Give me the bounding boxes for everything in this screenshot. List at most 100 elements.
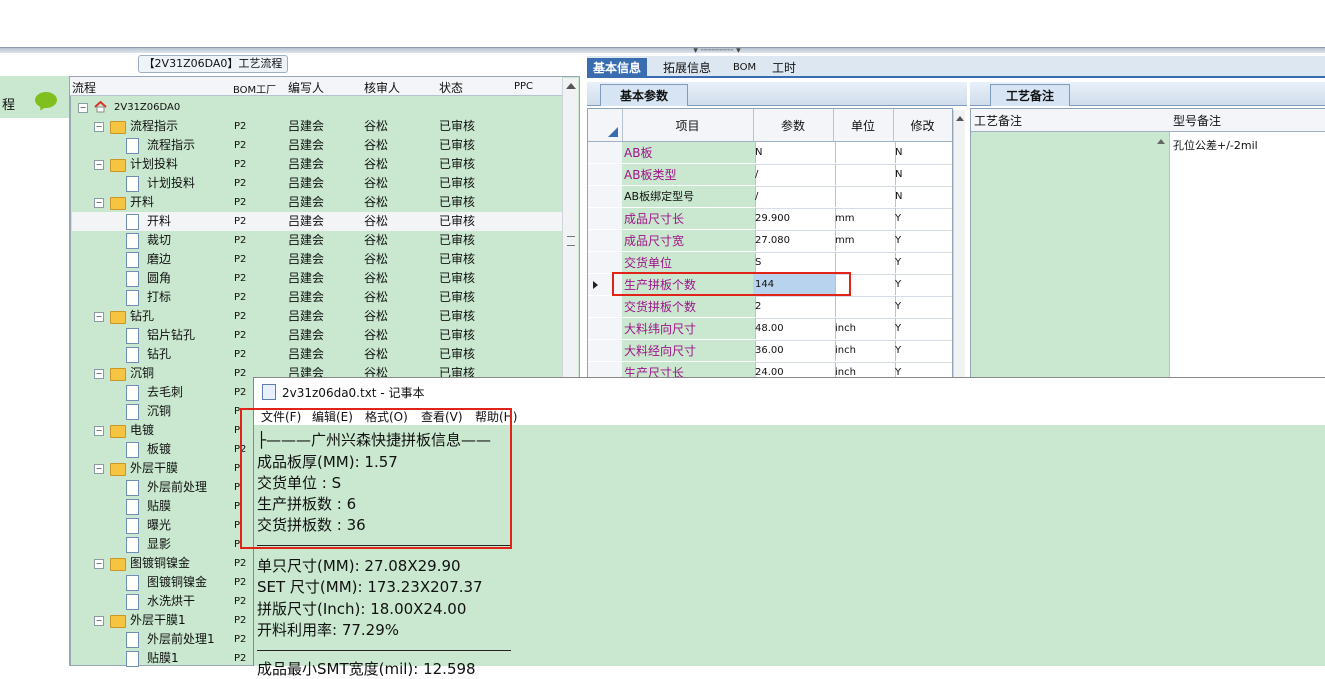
splitter-handle[interactable]: ▾ ┈┈┈┈┈┈ ▾ bbox=[688, 47, 746, 56]
param-value-cell[interactable]: 48.00 bbox=[753, 318, 836, 339]
collapse-icon[interactable]: − bbox=[94, 559, 104, 569]
col-header-reviewer[interactable]: 核审人 bbox=[364, 79, 400, 96]
param-row[interactable]: 交货拼板个数 2 Y bbox=[588, 296, 952, 319]
param-modify-cell[interactable]: N bbox=[893, 186, 953, 207]
param-unit-cell[interactable]: inch bbox=[833, 318, 896, 339]
param-value-cell[interactable]: / bbox=[753, 186, 836, 207]
param-row[interactable]: AB板类型 / N bbox=[588, 164, 952, 187]
row-header[interactable] bbox=[588, 164, 623, 185]
tree-row[interactable]: 流程指示 P2 吕建会 谷松 已审核 bbox=[72, 136, 562, 155]
param-modify-cell[interactable]: Y bbox=[893, 230, 953, 251]
param-value-cell[interactable]: / bbox=[753, 164, 836, 185]
tree-row[interactable]: 打标 P2 吕建会 谷松 已审核 bbox=[72, 288, 562, 307]
tab-basic-info[interactable]: 基本信息 bbox=[587, 58, 648, 78]
col-header-status[interactable]: 状态 bbox=[439, 79, 463, 96]
subtab-process-notes[interactable]: 工艺备注 bbox=[990, 84, 1070, 106]
row-header[interactable] bbox=[588, 230, 623, 251]
tree-row[interactable]: 钻孔 P2 吕建会 谷松 已审核 bbox=[72, 345, 562, 364]
tab-work-hours[interactable]: 工时 bbox=[766, 58, 802, 78]
notepad-titlebar[interactable]: 2v31z06da0.txt - 记事本 bbox=[254, 378, 1325, 405]
param-unit-cell[interactable] bbox=[833, 252, 896, 273]
collapse-icon[interactable]: − bbox=[94, 198, 104, 208]
process-notes-area[interactable] bbox=[971, 132, 1170, 378]
param-value-cell[interactable]: S bbox=[753, 252, 836, 273]
param-row[interactable]: AB板 N N bbox=[588, 142, 952, 165]
tree-row[interactable]: 裁切 P2 吕建会 谷松 已审核 bbox=[72, 231, 562, 250]
scroll-grip-icon[interactable] bbox=[567, 236, 575, 246]
collapse-icon[interactable]: − bbox=[94, 426, 104, 436]
param-unit-cell[interactable] bbox=[833, 186, 896, 207]
param-row[interactable]: 成品尺寸长 29.900 mm Y bbox=[588, 208, 952, 231]
collapse-icon[interactable]: − bbox=[94, 122, 104, 132]
param-row[interactable]: AB板绑定型号 / N bbox=[588, 186, 952, 209]
col-header-modify[interactable]: 修改 bbox=[893, 109, 952, 141]
tree-row[interactable]: 铝片钻孔 P2 吕建会 谷松 已审核 bbox=[72, 326, 562, 345]
col-header-unit[interactable]: 单位 bbox=[833, 109, 894, 141]
tree-row[interactable]: 计划投料 P2 吕建会 谷松 已审核 bbox=[72, 174, 562, 193]
tree-row[interactable]: − 流程指示 P2 吕建会 谷松 已审核 bbox=[72, 117, 562, 136]
col-header-item[interactable]: 项目 bbox=[622, 109, 754, 141]
param-modify-cell[interactable]: Y bbox=[893, 296, 953, 317]
subtab-basic-params[interactable]: 基本参数 bbox=[600, 84, 688, 106]
param-modify-cell[interactable]: N bbox=[893, 164, 953, 185]
collapse-icon[interactable]: − bbox=[94, 464, 104, 474]
param-value-cell[interactable]: N bbox=[753, 142, 836, 163]
collapse-icon[interactable]: − bbox=[94, 616, 104, 626]
col-header-param[interactable]: 参数 bbox=[753, 109, 834, 141]
tree-row[interactable]: 圆角 P2 吕建会 谷松 已审核 bbox=[72, 269, 562, 288]
tree-row[interactable]: 开料 P2 吕建会 谷松 已审核 bbox=[72, 212, 562, 231]
scroll-up-icon[interactable] bbox=[956, 116, 964, 121]
tree-scrollbar[interactable] bbox=[562, 78, 578, 378]
param-unit-cell[interactable]: inch bbox=[833, 340, 896, 361]
row-header[interactable] bbox=[588, 318, 623, 339]
scroll-up-icon[interactable] bbox=[1157, 139, 1165, 144]
param-value-cell[interactable]: 29.900 bbox=[753, 208, 836, 229]
param-modify-cell[interactable]: Y bbox=[893, 340, 953, 361]
param-unit-cell[interactable] bbox=[833, 296, 896, 317]
tree-row[interactable]: − 钻孔 P2 吕建会 谷松 已审核 bbox=[72, 307, 562, 326]
row-header[interactable] bbox=[588, 296, 623, 317]
col-header-model-notes[interactable]: 型号备注 bbox=[1170, 109, 1325, 132]
param-modify-cell[interactable]: Y bbox=[893, 318, 953, 339]
param-value-cell[interactable]: 27.080 bbox=[753, 230, 836, 251]
row-header[interactable] bbox=[588, 340, 623, 361]
row-header[interactable] bbox=[588, 208, 623, 229]
param-unit-cell[interactable]: mm bbox=[833, 230, 896, 251]
param-value-cell[interactable]: 36.00 bbox=[753, 340, 836, 361]
tab-bom[interactable]: BOM bbox=[727, 58, 762, 78]
tree-row[interactable]: 磨边 P2 吕建会 谷松 已审核 bbox=[72, 250, 562, 269]
param-value-cell[interactable]: 2 bbox=[753, 296, 836, 317]
col-header-process-notes[interactable]: 工艺备注 bbox=[971, 109, 1174, 132]
collapse-icon[interactable]: − bbox=[94, 369, 104, 379]
collapse-icon[interactable]: − bbox=[78, 103, 88, 113]
row-header[interactable] bbox=[588, 252, 623, 273]
row-header-corner[interactable] bbox=[588, 109, 623, 141]
param-modify-cell[interactable]: N bbox=[893, 142, 953, 163]
param-row[interactable]: 成品尺寸宽 27.080 mm Y bbox=[588, 230, 952, 253]
param-unit-cell[interactable] bbox=[833, 164, 896, 185]
collapse-icon[interactable]: − bbox=[94, 160, 104, 170]
tree-row[interactable]: − 计划投料 P2 吕建会 谷松 已审核 bbox=[72, 155, 562, 174]
row-header[interactable] bbox=[588, 186, 623, 207]
collapse-icon[interactable]: − bbox=[94, 312, 104, 322]
scroll-up-icon[interactable] bbox=[566, 83, 576, 89]
col-header-process[interactable]: 流程 bbox=[72, 79, 96, 96]
param-modify-cell[interactable]: Y bbox=[893, 252, 953, 273]
param-modify-cell[interactable]: Y bbox=[893, 274, 953, 295]
tree-root[interactable]: − 2V31Z06DA0 bbox=[72, 98, 562, 117]
col-header-ppc[interactable]: PPC bbox=[514, 81, 533, 92]
col-header-bom-plant[interactable]: BOM工厂 bbox=[233, 81, 276, 96]
text-line: 单只尺寸(MM): 27.08X29.90 bbox=[257, 557, 461, 575]
row-header[interactable] bbox=[588, 142, 623, 163]
chat-bubble-icon[interactable] bbox=[35, 92, 57, 108]
tab-extended-info[interactable]: 拓展信息 bbox=[657, 58, 717, 78]
param-grid-scrollbar[interactable] bbox=[953, 110, 965, 378]
model-notes-area[interactable] bbox=[1170, 132, 1325, 378]
param-unit-cell[interactable] bbox=[833, 142, 896, 163]
param-unit-cell[interactable]: mm bbox=[833, 208, 896, 229]
param-row[interactable]: 大料经向尺寸 36.00 inch Y bbox=[588, 340, 952, 363]
param-row[interactable]: 大料纬向尺寸 48.00 inch Y bbox=[588, 318, 952, 341]
param-modify-cell[interactable]: Y bbox=[893, 208, 953, 229]
col-header-writer[interactable]: 编写人 bbox=[288, 79, 324, 96]
tree-row[interactable]: − 开料 P2 吕建会 谷松 已审核 bbox=[72, 193, 562, 212]
